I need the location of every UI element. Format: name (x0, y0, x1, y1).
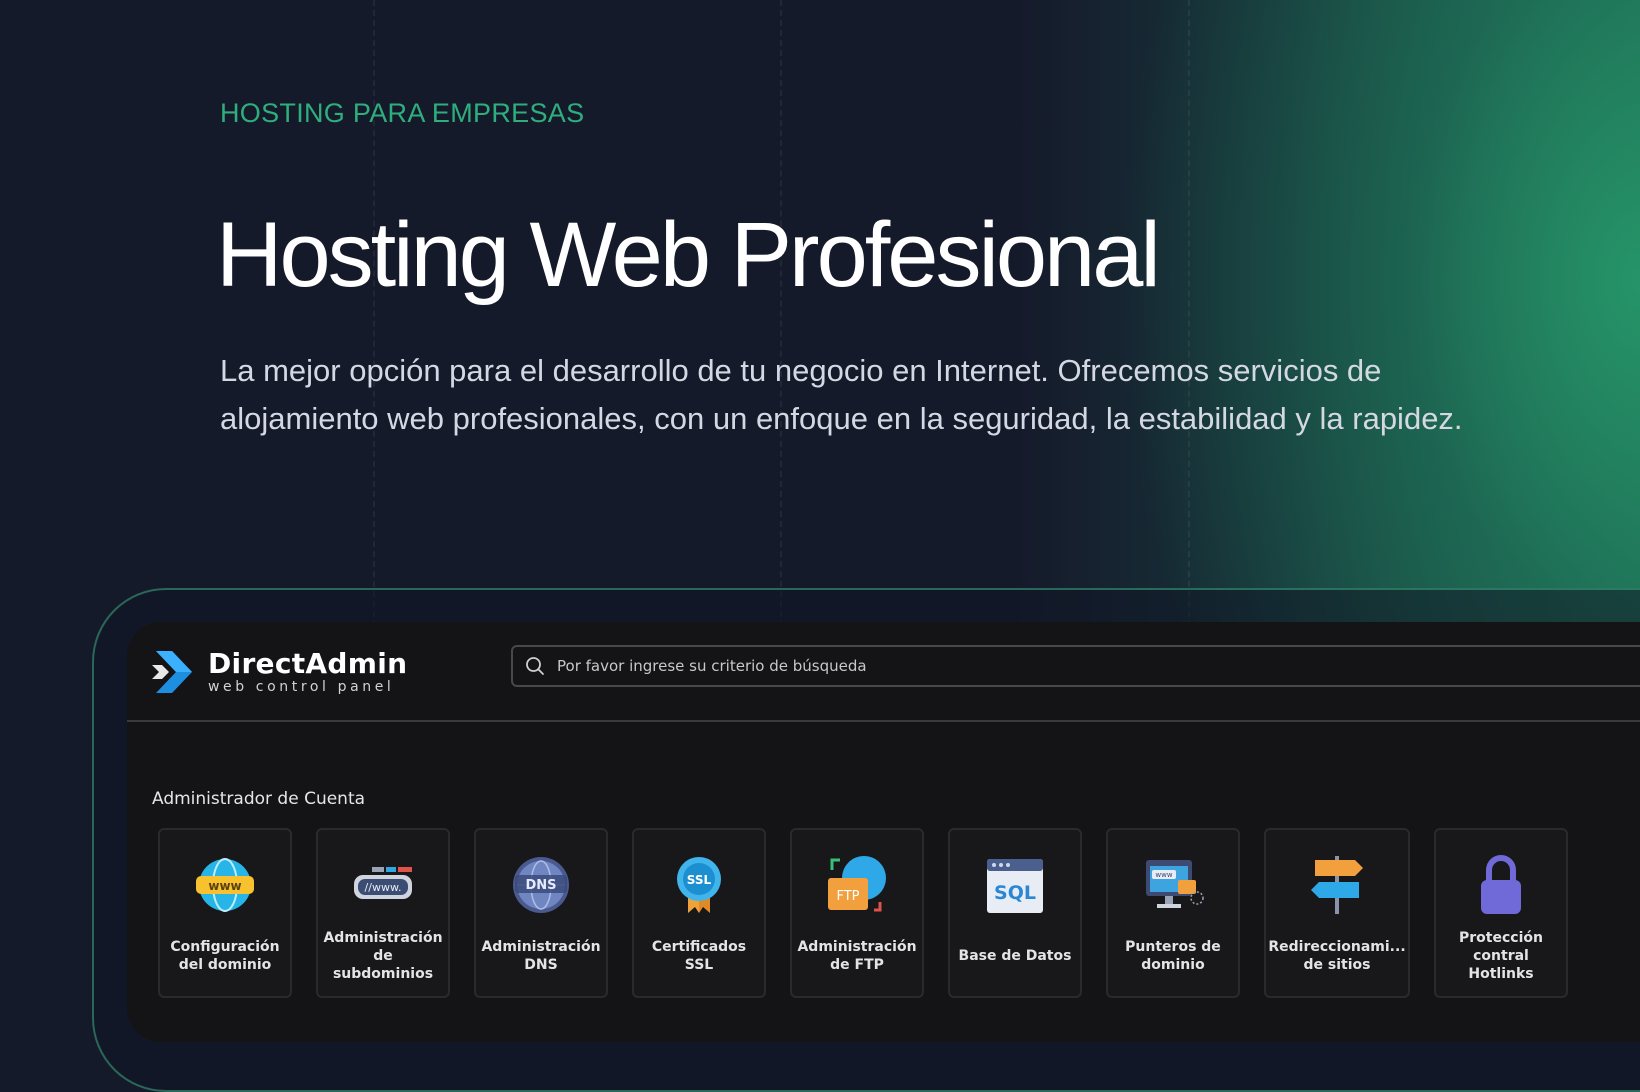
tile-label: Configuración del dominio (170, 939, 280, 973)
domain-pointer-icon: www (1146, 860, 1204, 908)
section-title: Administrador de Cuenta (152, 789, 366, 809)
search-input[interactable] (555, 656, 1640, 676)
tile-ssl[interactable]: SSL Certificados SSL (632, 828, 766, 998)
tile-dns[interactable]: DNS Administración DNS (474, 828, 608, 998)
svg-text:www: www (1155, 871, 1172, 879)
search-box[interactable] (511, 645, 1640, 687)
svg-text:www: www (208, 879, 241, 893)
tile-grid: www Configuración del dominio //www. Adm… (158, 828, 1592, 998)
tile-hotlink-protection[interactable]: Protección contral Hotlinks (1434, 828, 1568, 998)
svg-text:DNS: DNS (525, 878, 556, 893)
tile-label: Administración DNS (481, 939, 601, 973)
directadmin-logo[interactable]: DirectAdmin web control panel (152, 645, 407, 699)
globe-www-icon: www (196, 858, 254, 912)
tile-domain-pointers[interactable]: www Punteros de dominio (1106, 828, 1240, 998)
svg-text:FTP: FTP (836, 889, 859, 904)
signpost-icon (1311, 856, 1363, 914)
search-icon (526, 657, 544, 675)
hero-description: La mejor opción para el desarrollo de tu… (220, 353, 1463, 436)
tile-label: Base de Datos (958, 948, 1072, 964)
tile-label: Administración de FTP (797, 939, 917, 973)
logo-tagline: web control panel (208, 679, 395, 695)
tile-label: Protección contral Hotlinks (1459, 930, 1543, 982)
tile-domain-setup[interactable]: www Configuración del dominio (158, 828, 292, 998)
padlock-icon (1481, 855, 1521, 914)
sql-database-icon: SQL (987, 859, 1043, 913)
svg-text:SSL: SSL (687, 873, 712, 887)
ssl-badge-icon: SSL (677, 857, 721, 913)
tile-subdomains[interactable]: //www. Administración de subdominios (316, 828, 450, 998)
panel-header: DirectAdmin web control panel (127, 622, 1640, 722)
directadmin-chevron-icon (152, 651, 192, 693)
hero-eyebrow: HOSTING PARA EMPRESAS (220, 98, 585, 128)
tile-label: Redireccionami... de sitios (1268, 939, 1406, 973)
hero-title: Hosting Web Profesional (216, 204, 1161, 306)
tile-ftp[interactable]: FTP Administración de FTP (790, 828, 924, 998)
ftp-folder-icon: FTP (828, 856, 886, 912)
svg-text://www.: //www. (365, 881, 402, 894)
tile-site-redirection[interactable]: Redireccionami... de sitios (1264, 828, 1410, 998)
dns-globe-icon: DNS (513, 857, 569, 913)
svg-text:SQL: SQL (994, 882, 1036, 904)
logo-name: DirectAdmin (208, 647, 408, 680)
tile-databases[interactable]: SQL Base de Datos (948, 828, 1082, 998)
directadmin-panel: DirectAdmin web control panel Administra… (127, 622, 1640, 1042)
subdomain-www-icon: //www. (354, 867, 412, 899)
tile-label: Certificados SSL (651, 939, 747, 973)
tile-label: Administración de subdominios (323, 930, 443, 982)
tile-label: Punteros de dominio (1125, 939, 1221, 973)
